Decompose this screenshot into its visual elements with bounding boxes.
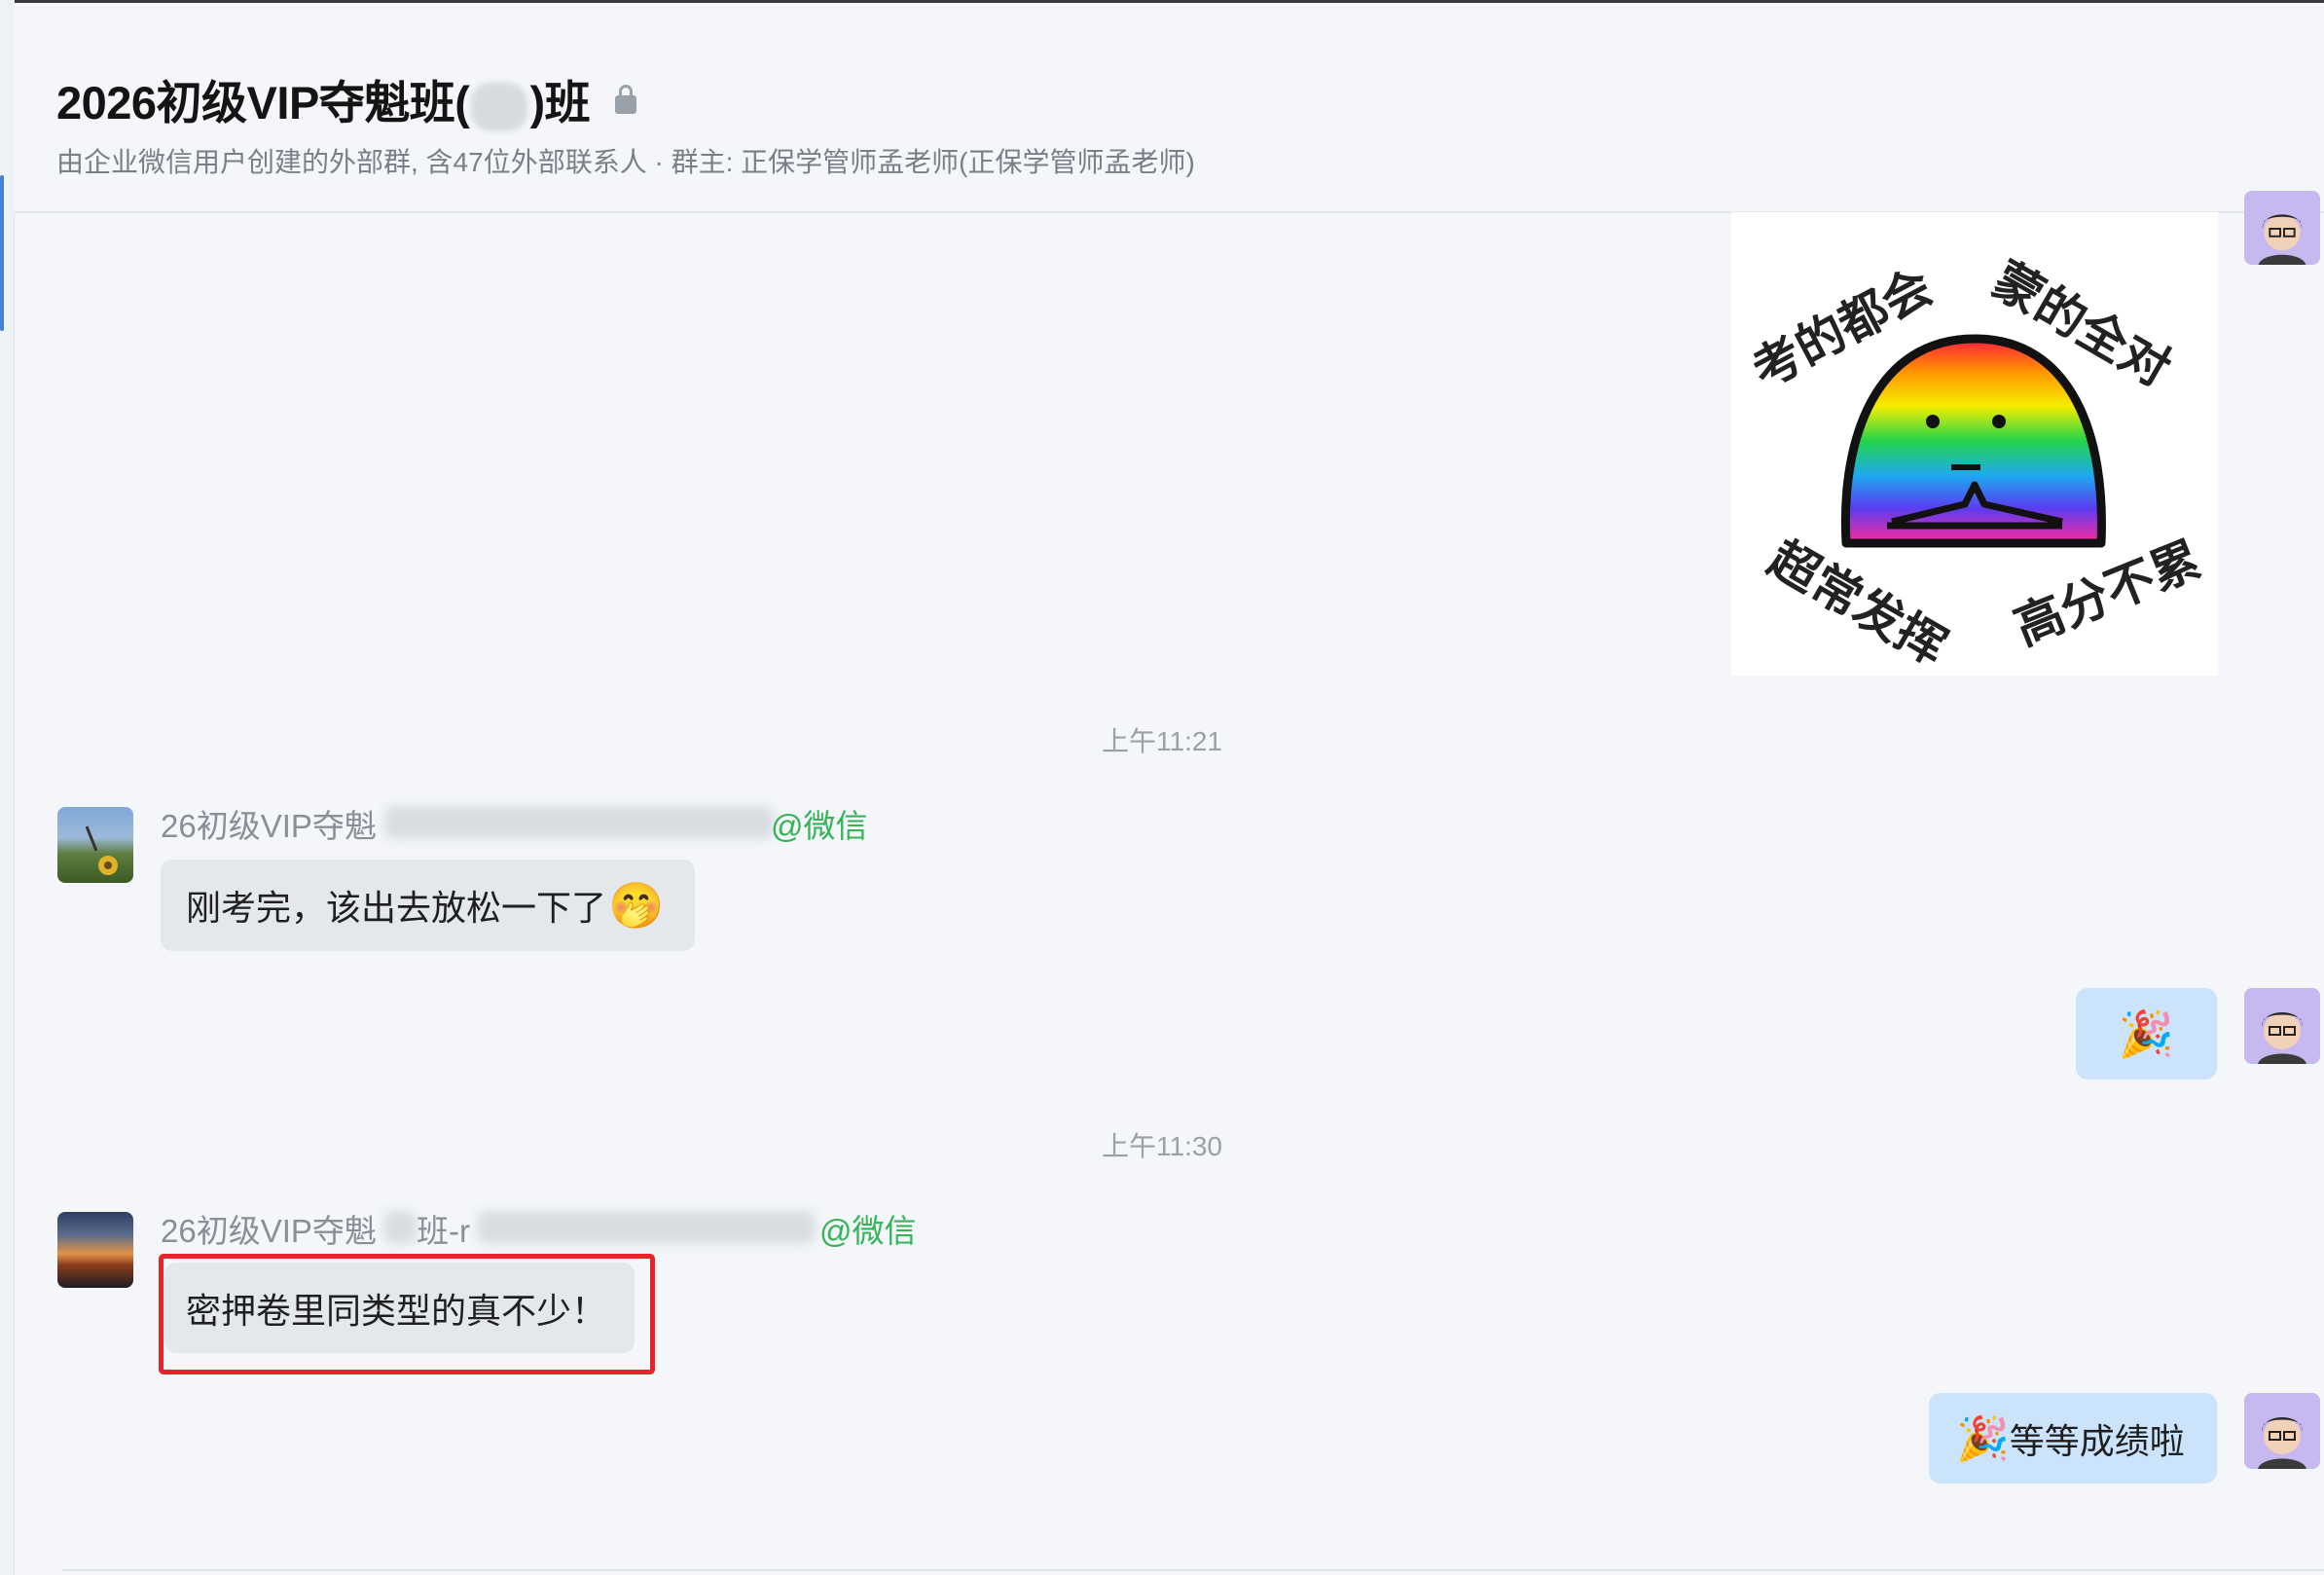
sticker-message[interactable]: 考的都会 蒙的全对 超常发挥 高分不累 [1731,212,2218,677]
input-area-divider [62,1569,2324,1571]
wechat-source-tag: @微信 [771,808,868,844]
lock-icon [615,84,637,114]
redacted-sender-name [384,806,774,839]
party-popper-emoji-icon: 🎉 [1956,1414,2010,1463]
message-text: 刚考完，该出去放松一下了 [186,888,607,928]
message-bubble-outgoing[interactable]: 🎉 等等成绩啦 [1929,1393,2217,1483]
sidebar-active-indicator [0,175,4,331]
sender-avatar[interactable] [57,1212,133,1288]
my-avatar[interactable] [2244,1393,2320,1469]
message-bubble-outgoing[interactable]: 🎉 [2076,988,2217,1080]
message-bubble-incoming[interactable]: 刚考完，该出去放松一下了 🤭 [161,860,695,951]
party-popper-emoji-icon: 🎉 [2118,1007,2175,1059]
sender-name: 26初级VIP夺魁 [161,808,377,844]
my-avatar[interactable] [2244,988,2320,1064]
group-title[interactable]: 2026初级VIP夺魁班( )班 [56,65,591,132]
red-highlight-box [159,1254,655,1374]
sender-avatar[interactable] [57,807,133,883]
group-title-row: 2026初级VIP夺魁班( )班 [56,65,637,132]
redacted-sender-name [477,1211,816,1244]
group-title-suffix: )班 [529,77,591,128]
message-timestamp: 上午11:30 [1102,1131,1222,1161]
left-sidebar-edge [0,0,15,1575]
message-timestamp: 上午11:21 [1102,726,1222,756]
redacted-title-part [471,82,528,131]
sender-name: 26初级VIP夺魁 [161,1213,377,1249]
group-title-prefix: 2026初级VIP夺魁班( [56,77,470,128]
redacted-sender-name [383,1211,417,1244]
chat-header: 2026初级VIP夺魁班( )班 由企业微信用户创建的外部群, 含47位外部联系人… [14,3,2324,213]
sender-name-suffix: 班-r [417,1213,470,1249]
wechat-source-tag: @微信 [819,1213,917,1249]
my-avatar[interactable] [2244,191,2320,265]
group-subtitle: 由企业微信用户创建的外部群, 含47位外部联系人 · 群主: 正保学管师孟老师(… [56,147,1195,177]
smirk-emoji-icon: 🤭 [608,879,665,931]
message-text: 等等成绩啦 [2009,1420,2185,1461]
